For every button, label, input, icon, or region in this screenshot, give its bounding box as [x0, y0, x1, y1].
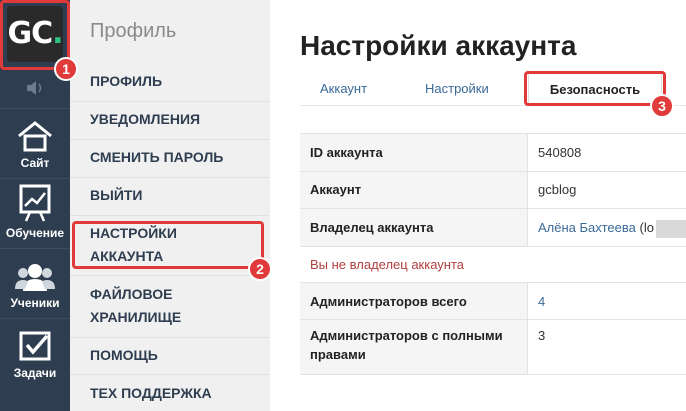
rail-item-tasks[interactable]: Задачи [0, 318, 70, 388]
rail-label-site: Сайт [20, 156, 50, 170]
submenu-item-logout[interactable]: ВЫЙТИ [90, 184, 143, 207]
submenu-item-profile[interactable]: ПРОФИЛЬ [90, 70, 162, 93]
table-row: Вы не владелец аккаунта [300, 247, 686, 283]
row-label-admins-total: Администраторов всего [310, 294, 467, 309]
users-icon [15, 264, 55, 291]
rail-item-learning[interactable]: Обучение [0, 178, 70, 248]
divider [70, 139, 270, 140]
table-row: Аккаунт gcblog [300, 172, 686, 209]
submenu-item-notifications[interactable]: УВЕДОМЛЕНИЯ [90, 108, 200, 131]
submenu-item-file-storage[interactable]: ФАЙЛОВОЕ ХРАНИЛИЩЕ [90, 283, 181, 329]
row-label-id: ID аккаунта [310, 145, 383, 160]
page-title: Настройки аккаунта [300, 30, 577, 61]
row-label-account: Аккаунт [310, 182, 362, 197]
annotation-badge-1: 1 [54, 57, 78, 81]
main-content: Настройки аккаунта Аккаунт Настройки Без… [270, 0, 686, 411]
chart-board-icon [19, 184, 51, 222]
divider [70, 215, 270, 216]
row-value-account: gcblog [538, 182, 577, 197]
divider [70, 177, 270, 178]
file-storage-line-2: ХРАНИЛИЩЕ [90, 309, 182, 325]
divider [70, 101, 270, 102]
checkbox-icon [19, 331, 51, 361]
table-row: Владелец аккаунта Алёна Бахтеева (lo [300, 209, 686, 247]
rail-label-tasks: Задачи [13, 366, 57, 380]
row-label-owner: Владелец аккаунта [310, 220, 434, 235]
rail-item-students[interactable]: Ученики [0, 248, 70, 318]
tab-account[interactable]: Аккаунт [320, 72, 367, 106]
divider [70, 374, 270, 375]
table-row: Администраторов с полными правами 3 [300, 320, 686, 375]
redacted-block [655, 219, 686, 238]
owner-suffix: (lo [639, 220, 654, 235]
row-value-admins-full: 3 [538, 328, 546, 343]
annotation-badge-3: 3 [650, 94, 674, 118]
rail-item-site[interactable]: Сайт [0, 108, 70, 178]
not-owner-warning: Вы не владелец аккаунта [310, 257, 465, 272]
submenu-item-support[interactable]: ТЕХ ПОДДЕРЖКА [90, 382, 212, 405]
row-label-admins-full-1: Администраторов с полными [310, 328, 503, 343]
highlight-account-settings [72, 221, 264, 269]
rail-label-learning: Обучение [5, 226, 65, 240]
table-row: Администраторов всего 4 [300, 283, 686, 320]
owner-link[interactable]: Алёна Бахтеева [538, 220, 636, 235]
app-window: GC. Сайт Обучение Ученики Задачи Профиль… [0, 0, 686, 411]
divider [70, 337, 270, 338]
table-row: ID аккаунта 540808 [300, 134, 686, 172]
row-value-id: 540808 [538, 145, 582, 160]
row-label-admins-full-2: правами [310, 347, 366, 362]
rail-label-students: Ученики [10, 296, 60, 310]
submenu-title: Профиль [90, 20, 177, 42]
account-info-table: ID аккаунта 540808 Аккаунт gcblog Владел… [300, 133, 686, 375]
divider [70, 275, 270, 276]
highlight-security-tab [524, 71, 666, 106]
tab-settings[interactable]: Настройки [425, 72, 489, 106]
row-value-owner[interactable]: Алёна Бахтеева (lo [538, 218, 686, 238]
annotation-badge-2: 2 [248, 257, 272, 281]
house-icon [18, 121, 52, 152]
submenu-item-change-password[interactable]: СМЕНИТЬ ПАРОЛЬ [90, 146, 223, 169]
submenu-item-help[interactable]: ПОМОЩЬ [90, 344, 158, 367]
row-value-admins-total[interactable]: 4 [538, 292, 545, 312]
profile-submenu: Профиль ПРОФИЛЬ УВЕДОМЛЕНИЯ СМЕНИТЬ ПАРО… [70, 0, 270, 411]
file-storage-line-1: ФАЙЛОВОЕ [90, 286, 173, 302]
